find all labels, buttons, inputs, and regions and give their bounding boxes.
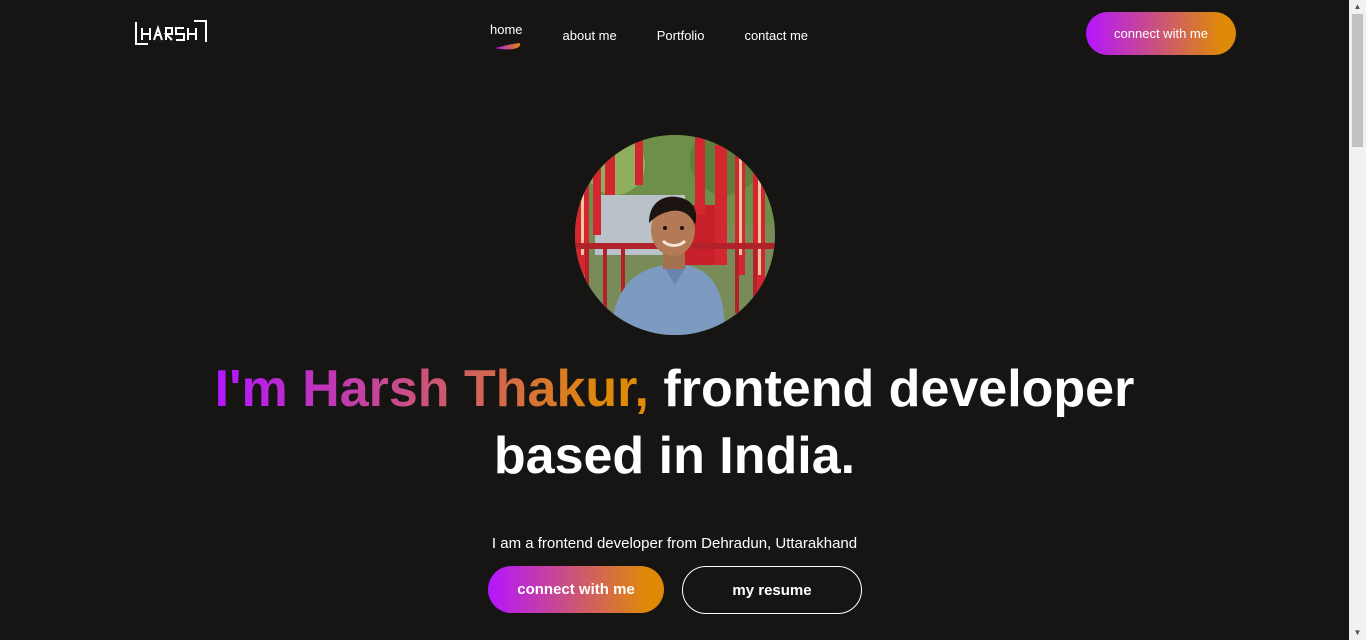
hero-connect-button[interactable]: connect with me (488, 566, 664, 613)
arrow-up-icon[interactable]: ▲ (1349, 0, 1366, 14)
hero-title: I'm Harsh Thakur, frontend developer bas… (0, 356, 1349, 490)
arrow-down-icon[interactable]: ▼ (1349, 626, 1366, 640)
scrollbar-thumb[interactable] (1352, 14, 1363, 147)
hero-actions: connect with me my resume (488, 566, 862, 614)
nav-item-label: about me (562, 27, 617, 43)
page: home about me Portfolio contact me conne… (0, 0, 1349, 640)
scrollbar[interactable]: ▲ ▼ (1349, 0, 1366, 640)
nav-item-contact[interactable]: contact me (744, 28, 808, 43)
nav-item-label: home (490, 21, 523, 37)
nav-connect-button[interactable]: connect with me (1086, 12, 1236, 55)
navbar: home about me Portfolio contact me conne… (0, 0, 1349, 70)
nav-item-label: Portfolio (656, 27, 705, 43)
hero-subtitle: I am a frontend developer from Dehradun,… (491, 535, 858, 552)
nav-item-portfolio[interactable]: Portfolio (657, 28, 705, 43)
logo[interactable] (134, 18, 208, 46)
hero-title-line-2: based in India. (493, 427, 856, 485)
nav-item-label: contact me (744, 27, 809, 43)
hero-title-highlight: I'm Harsh Thakur, (214, 360, 649, 418)
nav-item-home[interactable]: home (490, 21, 523, 49)
logo-icon (135, 20, 207, 45)
nav-active-underline-icon (494, 42, 521, 49)
resume-button[interactable]: my resume (682, 566, 862, 614)
profile-photo-image (575, 135, 775, 335)
profile-avatar (575, 135, 775, 335)
nav-item-about[interactable]: about me (563, 28, 617, 43)
hero-title-rest: frontend developer (648, 360, 1135, 418)
nav-menu: home about me Portfolio contact me (470, 0, 828, 70)
